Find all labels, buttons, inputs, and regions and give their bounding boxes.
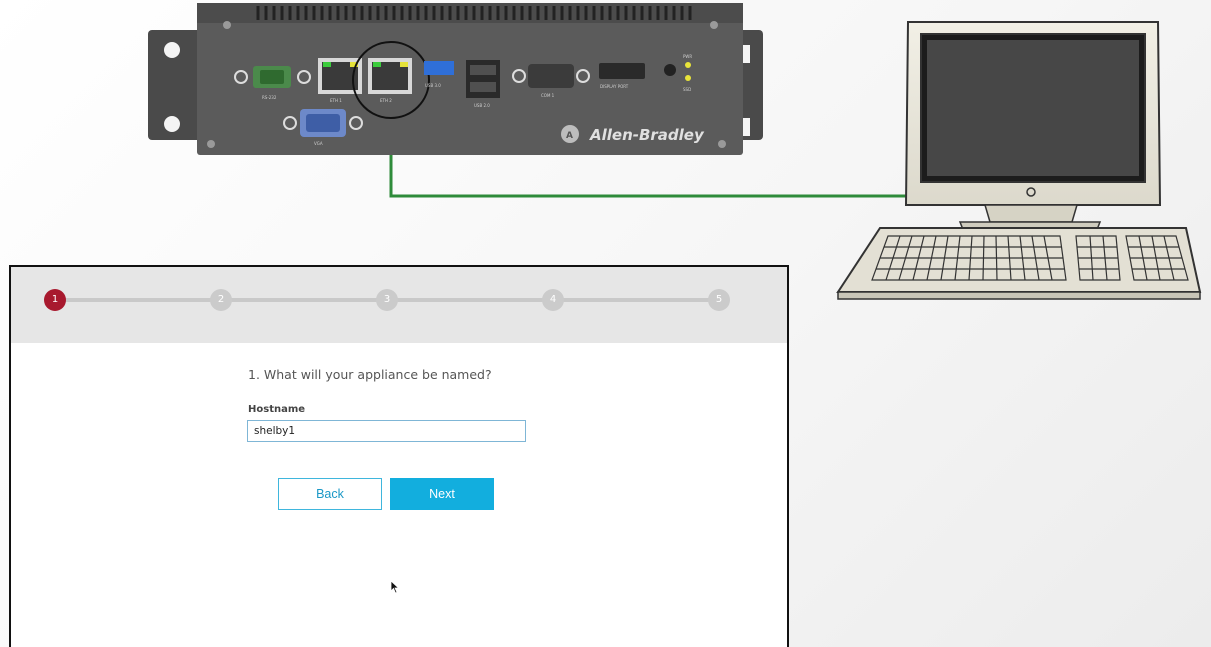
led-label-ssd: SSD (683, 87, 691, 92)
hostname-label: Hostname (248, 404, 306, 415)
back-button[interactable]: Back (278, 478, 382, 510)
mouse-cursor-icon (390, 580, 400, 594)
port-label-vga: VGA (314, 141, 323, 146)
port-label-rs232: RS-232 (262, 95, 277, 100)
step-5-indicator: 5 (708, 289, 730, 311)
port-label-eth2: ETH 2 (380, 98, 392, 103)
hostname-input[interactable] (247, 420, 526, 442)
port-label-eth1: ETH 1 (330, 98, 342, 103)
svg-text:A: A (566, 131, 573, 141)
step-2-indicator: 2 (210, 289, 232, 311)
keyboard-icon (836, 227, 1202, 300)
wizard-stepper: 1 2 3 4 5 (11, 267, 787, 343)
port-label-com1: COM 1 (541, 93, 555, 98)
step-1-indicator: 1 (44, 289, 66, 311)
port-label-usb3: USB 3.0 (425, 83, 441, 88)
step-3-indicator: 3 (376, 289, 398, 311)
port-label-usb2: USB 2.0 (474, 103, 490, 108)
allen-bradley-logo: Allen-Bradley (589, 126, 705, 144)
led-label-pwr: PWR (683, 54, 692, 59)
step-4-indicator: 4 (542, 289, 564, 311)
industrial-pc-device: RS-232 ETH 1 ETH 2 USB 3.0 USB 2.0 COM 1… (148, 3, 763, 155)
port-label-displayport: DISPLAY PORT (600, 84, 629, 89)
setup-wizard-panel: 1 2 3 4 5 1. What will your appliance be… (9, 265, 789, 647)
computer-monitor-icon (904, 21, 1162, 233)
wizard-question: 1. What will your appliance be named? (248, 367, 492, 382)
next-button[interactable]: Next (390, 478, 494, 510)
